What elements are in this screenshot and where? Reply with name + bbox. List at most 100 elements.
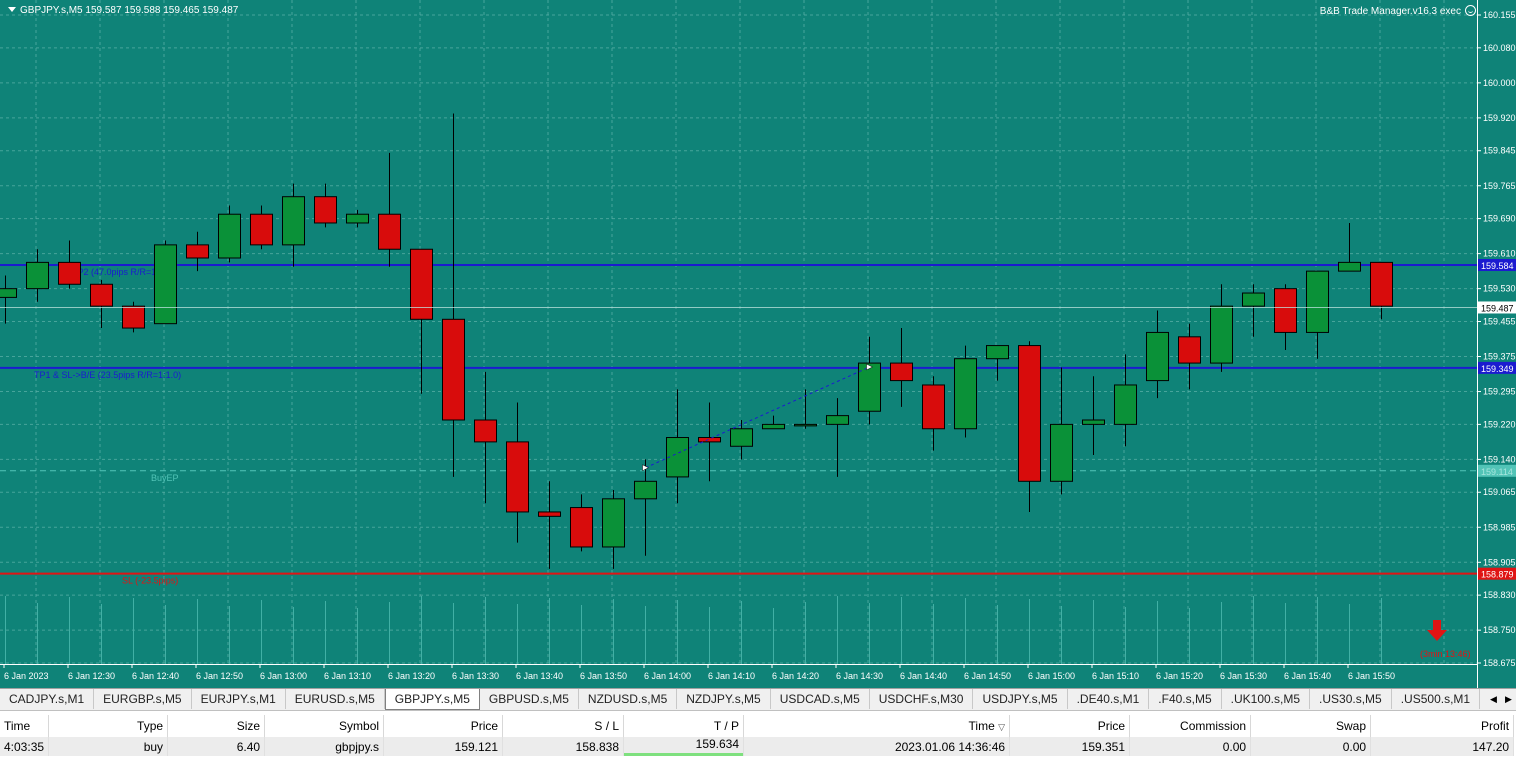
time-tick-label: 6 Jan 14:50 xyxy=(964,671,1011,681)
ea-name: B&B Trade Manager.v16.3 exec xyxy=(1319,6,1461,17)
tab-scroll-arrows[interactable]: ◀ ▶ xyxy=(1486,689,1516,709)
candle xyxy=(1082,376,1105,456)
sort-down-icon: ▽ xyxy=(998,722,1006,732)
table-row[interactable]: 4:03:35 buy 6.40 gbpjpy.s 159.121 158.83… xyxy=(0,737,1515,756)
tab-gbpusd-s-m5[interactable]: GBPUSD.s,M5 xyxy=(480,689,579,709)
candle xyxy=(0,275,17,324)
candle-body xyxy=(474,419,497,443)
level-price-sl: 158.879 xyxy=(1481,570,1514,580)
col-type[interactable]: Type xyxy=(48,715,169,737)
candle-body xyxy=(1274,288,1297,333)
candle-body xyxy=(826,415,849,425)
dropdown-triangle-icon[interactable] xyxy=(8,7,16,12)
tab-eurgbp-s-m5[interactable]: EURGBP.s,M5 xyxy=(94,689,192,709)
cell-tp: 159.634 xyxy=(623,737,745,756)
time-tick-label: 6 Jan 15:40 xyxy=(1284,671,1331,681)
col-tp[interactable]: T / P xyxy=(623,715,745,737)
candle-body xyxy=(410,248,433,320)
price-tick-label: 160.000 xyxy=(1483,78,1516,88)
candle-body xyxy=(890,362,913,382)
symbol-info-text: GBPJPY.s,M5 159.587 159.588 159.465 159.… xyxy=(20,5,239,16)
price-tick-label: 159.920 xyxy=(1483,113,1516,123)
chart-canvas[interactable]: TP2 (47.0pips R/R=1:2.0)159.584TP1 & SL-… xyxy=(0,0,1516,688)
price-tick-label: 160.080 xyxy=(1483,43,1516,53)
price-tick-label: 159.610 xyxy=(1483,249,1516,259)
tab-f40-s-m5[interactable]: .F40.s,M5 xyxy=(1149,689,1222,709)
level-label-sl: SL (-23.5pips) xyxy=(122,576,178,586)
cell-swap: 0.00 xyxy=(1250,737,1372,756)
col-profit[interactable]: Profit xyxy=(1370,715,1515,737)
candle-body xyxy=(378,213,401,250)
tab-us30-s-m5[interactable]: .US30.s,M5 xyxy=(1310,689,1392,709)
candle xyxy=(154,240,177,325)
price-tick-label: 158.985 xyxy=(1483,522,1516,532)
time-tick-label: 6 Jan 12:30 xyxy=(68,671,115,681)
candle xyxy=(218,205,241,263)
col-size[interactable]: Size xyxy=(167,715,266,737)
candle-body xyxy=(506,441,529,513)
candle-body xyxy=(1146,331,1169,382)
tab-nzdjpy-s-m5[interactable]: NZDJPY.s,M5 xyxy=(677,689,771,709)
candle xyxy=(538,481,561,569)
tab-cadjpy-s-m1[interactable]: CADJPY.s,M1 xyxy=(0,689,95,709)
candle xyxy=(1370,261,1393,320)
col-close-time-label: Time xyxy=(968,719,995,733)
tab-usdjpy-s-m5[interactable]: USDJPY.s,M5 xyxy=(973,689,1068,709)
price-tick-label: 159.295 xyxy=(1483,387,1516,397)
scroll-left-icon[interactable]: ◀ xyxy=(1490,694,1497,705)
level-label-tp1: TP1 & SL->B/E (23.5pips R/R=1:1.0) xyxy=(34,370,181,380)
candle xyxy=(1018,341,1041,512)
smiley-icon[interactable] xyxy=(1465,5,1476,16)
price-chart[interactable]: TP2 (47.0pips R/R=1:2.0) 159.584 TP1 & SL-… xyxy=(0,0,1516,688)
tab-us500-s-m1[interactable]: .US500.s,M1 xyxy=(1392,689,1481,709)
time-tick-label: 6 Jan 14:30 xyxy=(836,671,883,681)
col-open-price[interactable]: Price xyxy=(383,715,504,737)
price-tick-label: 160.155 xyxy=(1483,10,1516,20)
col-sl[interactable]: S / L xyxy=(502,715,625,737)
cell-close-price: 159.351 xyxy=(1009,737,1131,756)
candle xyxy=(1178,323,1201,390)
candle-body xyxy=(634,480,657,500)
level-price-buyep: 159.114 xyxy=(1481,467,1513,477)
tab-uk100-s-m5[interactable]: .UK100.s,M5 xyxy=(1222,689,1311,709)
candle-body xyxy=(1370,261,1393,307)
candle-body xyxy=(1210,305,1233,364)
tab-usdcad-s-m5[interactable]: USDCAD.s,M5 xyxy=(771,689,870,709)
price-tick-label: 158.750 xyxy=(1483,625,1516,635)
price-tick-label: 159.065 xyxy=(1483,487,1516,497)
col-open-time[interactable]: Time xyxy=(0,715,50,737)
price-tick-label: 159.375 xyxy=(1483,352,1516,362)
candle xyxy=(26,249,49,302)
price-tick-label: 158.905 xyxy=(1483,557,1516,567)
candle xyxy=(634,459,657,556)
candle xyxy=(1050,367,1073,495)
candle-body xyxy=(794,423,817,427)
symbol-info[interactable]: GBPJPY.s,M5 159.587 159.588 159.465 159.… xyxy=(8,5,238,16)
scroll-right-icon[interactable]: ▶ xyxy=(1505,694,1512,705)
tab-eurjpy-s-m1[interactable]: EURJPY.s,M1 xyxy=(192,689,286,709)
candle-body xyxy=(730,428,753,447)
time-tick-label: 6 Jan 15:50 xyxy=(1348,671,1395,681)
tp-progress-bar xyxy=(624,753,743,756)
cell-tp-value: 159.634 xyxy=(695,737,740,751)
col-swap[interactable]: Swap xyxy=(1250,715,1372,737)
col-close-time[interactable]: Time ▽ xyxy=(743,715,1011,737)
time-tick-label: 6 Jan 15:10 xyxy=(1092,671,1139,681)
cell-commission: 0.00 xyxy=(1129,737,1252,756)
tab-gbpjpy-s-m5[interactable]: GBPJPY.s,M5 xyxy=(384,689,480,710)
tab-usdchf-s-m30[interactable]: USDCHF.s,M30 xyxy=(870,689,974,709)
candle-body xyxy=(1114,384,1137,425)
col-close-price[interactable]: Price xyxy=(1009,715,1131,737)
candle xyxy=(762,415,785,430)
chart-extras: (3min 13:46) xyxy=(1420,620,1471,659)
time-tick-label: 6 Jan 12:40 xyxy=(132,671,179,681)
col-commission[interactable]: Commission xyxy=(1129,715,1252,737)
tab-de40-s-m1[interactable]: .DE40.s,M1 xyxy=(1068,689,1150,709)
time-tick-label: 6 Jan 2023 xyxy=(4,671,49,681)
candle-body xyxy=(1242,292,1265,307)
price-tick-label: 159.845 xyxy=(1483,146,1516,156)
candle-body xyxy=(314,196,337,224)
tab-nzdusd-s-m5[interactable]: NZDUSD.s,M5 xyxy=(579,689,678,709)
col-symbol[interactable]: Symbol xyxy=(264,715,385,737)
tab-eurusd-s-m5[interactable]: EURUSD.s,M5 xyxy=(286,689,385,709)
